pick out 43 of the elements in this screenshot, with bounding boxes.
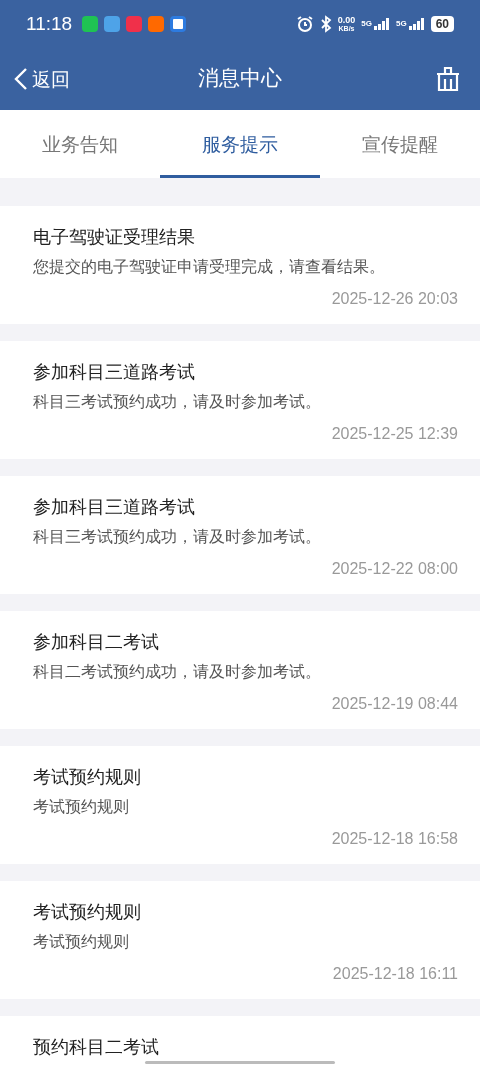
network-type: 5G [361, 18, 372, 30]
message-text: 科目二考试预约成功，请及时参加考试。 [33, 662, 322, 683]
message-title: 考试预约规则 [33, 900, 142, 924]
trash-icon[interactable] [434, 65, 462, 93]
message-text: 考试预约规则 [33, 797, 130, 818]
tab[interactable]: 服务提示 [160, 110, 320, 178]
message-time: 2025-12-19 08:44 [331, 694, 458, 714]
message-text: 科目三考试预约成功，请及时参加考试。 [33, 527, 322, 548]
message-card[interactable]: 参加科目二考试 科目二考试预约成功，请及时参加考试。 2025-12-19 08:44 [0, 611, 480, 729]
network-type: 5G [395, 18, 407, 30]
message-title: 参加科目三道路考试 [33, 360, 196, 384]
message-time: 2025-12-22 08:00 [331, 559, 458, 579]
message-title: 参加科目三道路考试 [33, 495, 196, 519]
status-time: 11:18 [26, 11, 73, 36]
message-time: 2025-12-18 16:58 [331, 829, 458, 849]
message-time: 2025-12-26 20:03 [331, 289, 458, 309]
message-card[interactable]: 考试预约规则 考试预约规则 2025-12-18 16:11 [0, 881, 480, 999]
back-button[interactable]: 返回 [14, 64, 70, 94]
network-speed: 0.00 [337, 16, 356, 25]
battery-indicator: 60 [430, 16, 454, 32]
message-text: 科目三考试预约成功，请及时参加考试。 [33, 392, 322, 413]
message-card[interactable]: 参加科目三道路考试 科目三考试预约成功，请及时参加考试。 2025-12-22 08:00 [0, 476, 480, 594]
message-title: 参加科目二考试 [33, 630, 160, 654]
message-title: 预约科目二考试 [33, 1035, 160, 1059]
message-text: 考试预约规则 [33, 932, 130, 953]
tab[interactable]: 业务告知 [0, 110, 160, 178]
message-title: 电子驾驶证受理结果 [33, 225, 196, 249]
message-card[interactable]: 预约科目二考试 [0, 1016, 480, 1067]
message-time: 2025-12-18 16:11 [332, 964, 458, 984]
bluetooth-icon [319, 15, 332, 33]
signal-icon [408, 18, 425, 30]
page-title: 消息中心 [198, 65, 282, 93]
message-time: 2025-12-25 12:39 [331, 424, 458, 444]
alarm-icon [295, 15, 314, 33]
tab[interactable]: 宣传提醒 [320, 110, 480, 178]
message-text: 您提交的电子驾驶证申请受理完成，请查看结果。 [33, 257, 386, 278]
signal-icon [373, 18, 390, 30]
message-card[interactable]: 参加科目三道路考试 科目三考试预约成功，请及时参加考试。 2025-12-25 12:39 [0, 341, 480, 459]
app-icon [148, 16, 165, 32]
message-title: 考试预约规则 [33, 765, 142, 789]
message-card[interactable]: 电子驾驶证受理结果 您提交的电子驾驶证申请受理完成，请查看结果。 2025-12-26 20:03 [0, 206, 480, 324]
app-icon [126, 16, 143, 32]
message-card[interactable]: 考试预约规则 考试预约规则 2025-12-18 16:58 [0, 746, 480, 864]
